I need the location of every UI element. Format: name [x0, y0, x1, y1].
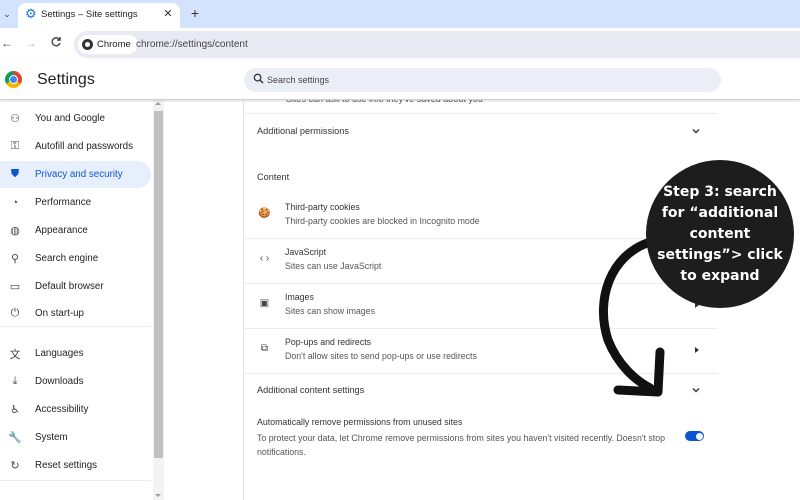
image-icon: ▣	[259, 298, 270, 309]
tab-settings[interactable]: ⚙ Settings – Site settings ✕	[18, 3, 180, 28]
scroll-thumb[interactable]	[154, 111, 163, 458]
sidebar-item-label: Downloads	[35, 376, 84, 387]
chip-label: Chrome	[97, 39, 131, 50]
sidebar-item-autofill-and-passwords[interactable]: ⚿ Autofill and passwords	[0, 133, 151, 160]
chrome-logo-icon	[5, 71, 22, 88]
content-setting-subtitle: Don't allow sites to send pop-ups or use…	[285, 351, 477, 361]
reset-icon: ↻	[10, 460, 20, 472]
search-bar[interactable]	[244, 68, 721, 92]
cutoff-subtitle: Sites can ask to use info they've saved …	[286, 100, 483, 104]
sidebar: ⚇ You and Google ⚿ Autofill and passwords ⛊ P…	[0, 100, 153, 500]
sidebar-scrollbar[interactable]	[153, 100, 164, 500]
chrome-icon	[82, 39, 93, 50]
content-setting-title: JavaScript	[285, 247, 327, 257]
reload-icon[interactable]	[49, 36, 63, 50]
open-in-new-icon: ⧉	[260, 343, 269, 354]
arrow-right-icon[interactable]	[695, 347, 699, 353]
search-icon: ⚲	[10, 253, 20, 265]
additional-permissions-label: Additional permissions	[257, 126, 349, 136]
new-tab-button[interactable]: +	[188, 6, 202, 20]
browser-toolbar: ← → Chrome chrome://settings/content	[0, 28, 800, 60]
speedometer-icon: ◔	[11, 196, 19, 209]
settings-header: Settings	[0, 60, 800, 100]
shield-icon: ⛊	[10, 168, 20, 180]
sidebar-item-label: Accessibility	[35, 404, 89, 415]
tab-strip: ⌄ ⚙ Settings – Site settings ✕ +	[0, 0, 800, 28]
sidebar-divider	[0, 480, 151, 481]
accessibility-icon: ♿	[10, 404, 20, 416]
additional-content-settings-label: Additional content settings	[257, 385, 365, 395]
forward-arrow-icon[interactable]: →	[24, 36, 38, 50]
sidebar-item-performance[interactable]: ◔ Performance	[0, 189, 151, 216]
sidebar-divider	[0, 326, 151, 327]
address-bar[interactable]: Chrome chrome://settings/content	[74, 31, 800, 58]
tab-search-chevron-icon[interactable]: ⌄	[0, 7, 14, 21]
sidebar-item-label: On start-up	[35, 308, 85, 319]
sidebar-item-you-and-google[interactable]: ⚇ You and Google	[0, 105, 151, 132]
translate-icon: 文	[9, 348, 21, 361]
wrench-icon: 🔧	[8, 432, 22, 444]
gear-icon: ⚙	[25, 6, 37, 21]
palette-icon: ◍	[10, 225, 20, 237]
sidebar-item-label: Search engine	[35, 253, 99, 264]
content-setting-title: Pop-ups and redirects	[285, 337, 372, 347]
chevron-down-icon[interactable]	[692, 127, 700, 135]
sidebar-item-label: Autofill and passwords	[35, 141, 134, 152]
sidebar-item-appearance[interactable]: ◍ Appearance	[0, 217, 151, 244]
tab-title: Settings – Site settings	[41, 9, 138, 20]
additional-permissions-row[interactable]: Additional permissions	[244, 113, 718, 149]
key-icon: ⚿	[10, 140, 20, 152]
sidebar-item-privacy-and-security[interactable]: ⛊ Privacy and security	[0, 161, 151, 188]
sidebar-item-label: System	[35, 432, 68, 443]
sidebar-item-default-browser[interactable]: ▭ Default browser	[0, 273, 151, 300]
content-setting-title: Third-party cookies	[285, 202, 360, 212]
sidebar-item-label: Appearance	[35, 225, 88, 236]
sidebar-item-label: Privacy and security	[35, 169, 123, 180]
step-callout: Step 3: search for “additional content s…	[646, 160, 794, 308]
sidebar-item-search-engine[interactable]: ⚲ Search engine	[0, 245, 151, 272]
sidebar-item-label: Default browser	[35, 281, 104, 292]
sidebar-item-label: You and Google	[35, 113, 105, 124]
sidebar-item-label: Languages	[35, 348, 84, 359]
code-icon: ‹ ›	[259, 253, 270, 264]
sidebar-item-languages[interactable]: 文 Languages	[0, 340, 151, 367]
search-icon	[253, 73, 264, 84]
callout-text: Step 3: search for “additional content s…	[657, 183, 783, 284]
content-setting-title: Images	[285, 292, 314, 302]
person-icon: ⚇	[10, 113, 20, 125]
scroll-down-arrow-icon[interactable]	[155, 494, 161, 497]
sidebar-item-label: Reset settings	[35, 460, 98, 471]
sidebar-item-label: Performance	[35, 197, 92, 208]
content-setting-subtitle: Sites can show images	[285, 306, 375, 316]
sidebar-item-accessibility[interactable]: ♿ Accessibility	[0, 396, 151, 423]
site-info-chip[interactable]: Chrome	[78, 35, 138, 54]
auto-remove-description: To protect your data, let Chrome remove …	[257, 433, 666, 457]
page-title: Settings	[37, 71, 95, 88]
sidebar-item-downloads[interactable]: ⤓ Downloads	[0, 368, 151, 395]
auto-remove-title: Automatically remove permissions from un…	[257, 417, 463, 427]
search-input[interactable]	[267, 68, 707, 92]
sidebar-item-on-start-up[interactable]: ⏻ On start-up	[0, 300, 151, 327]
content-setting-subtitle: Third-party cookies are blocked in Incog…	[285, 216, 480, 226]
scroll-up-arrow-icon[interactable]	[155, 102, 161, 105]
auto-remove-toggle[interactable]	[685, 431, 704, 441]
content-heading: Content	[257, 172, 290, 182]
cutoff-region: Sites can ask to use info they've saved …	[244, 100, 718, 112]
chevron-down-icon[interactable]	[692, 386, 700, 394]
cookie-icon: 🍪	[258, 208, 271, 219]
power-icon: ⏻	[10, 307, 20, 319]
browser-window-icon: ▭	[9, 281, 21, 293]
sidebar-item-reset-settings[interactable]: ↻ Reset settings	[0, 452, 151, 479]
url-text[interactable]: chrome://settings/content	[136, 39, 248, 50]
sidebar-item-system[interactable]: 🔧 System	[0, 424, 151, 451]
back-arrow-icon[interactable]: ←	[0, 36, 14, 50]
download-icon: ⤓	[12, 375, 18, 387]
close-tab-icon[interactable]: ✕	[162, 8, 174, 20]
content-setting-subtitle: Sites can use JavaScript	[285, 261, 382, 271]
